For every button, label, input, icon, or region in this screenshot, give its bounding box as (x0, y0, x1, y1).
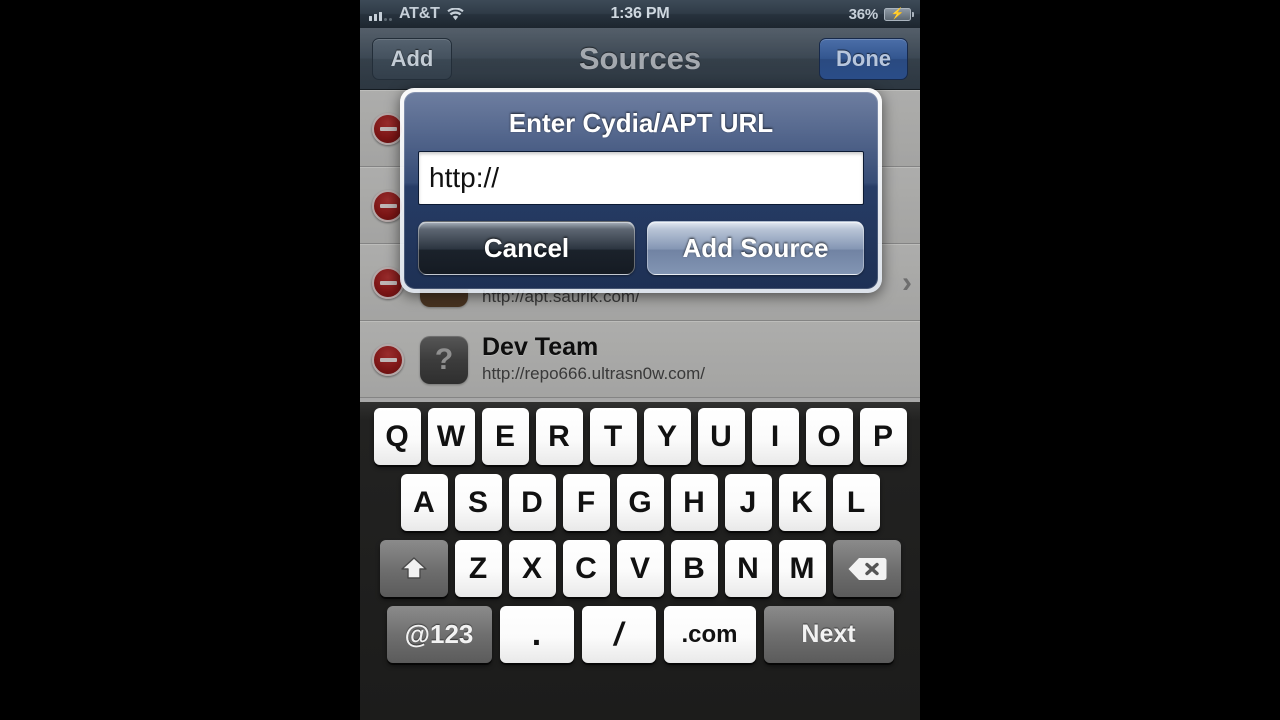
source-text: Dev Team http://repo666.ultrasn0w.com/ (482, 334, 912, 384)
slash-key[interactable]: / (581, 606, 656, 663)
key-r[interactable]: R (535, 408, 583, 465)
key-p[interactable]: P (859, 408, 907, 465)
done-button[interactable]: Done (819, 37, 908, 80)
table-row[interactable]: ? Dev Team http://repo666.ultrasn0w.com/ (360, 321, 920, 398)
key-k[interactable]: K (778, 474, 826, 531)
cancel-button[interactable]: Cancel (418, 221, 635, 275)
key-w[interactable]: W (427, 408, 475, 465)
delete-minus-icon[interactable] (372, 343, 404, 376)
phone-screen: AT&T 1:36 PM 36% ⚡ Add Sources Done http… (360, 0, 920, 720)
key-t[interactable]: T (589, 408, 637, 465)
key-n[interactable]: N (724, 540, 772, 597)
key-s[interactable]: S (454, 474, 502, 531)
status-bar: AT&T 1:36 PM 36% ⚡ (360, 0, 920, 28)
source-name: Dev Team (482, 334, 599, 361)
keyboard-row-1: Q W E R T Y U I O P (363, 408, 917, 465)
key-y[interactable]: Y (643, 408, 691, 465)
key-q[interactable]: Q (373, 408, 421, 465)
key-b[interactable]: B (670, 540, 718, 597)
add-source-dialog: Enter Cydia/APT URL http:// Cancel Add S… (400, 88, 882, 293)
url-input[interactable]: http:// (418, 151, 864, 205)
signal-bars-icon (369, 8, 392, 21)
source-url: http://repo666.ultrasn0w.com/ (482, 363, 706, 383)
key-x[interactable]: X (508, 540, 556, 597)
next-key[interactable]: Next (763, 606, 894, 663)
chevron-right-icon: › (902, 265, 912, 299)
backspace-delete-icon[interactable] (832, 540, 901, 597)
status-bar-clock: 1:36 PM (610, 5, 670, 22)
battery-percent-label: 36% (848, 5, 879, 23)
keyboard-row-2: A S D F G H J K L (363, 474, 917, 531)
unknown-question-icon: ? (420, 335, 468, 384)
key-v[interactable]: V (616, 540, 664, 597)
keyboard-row-4: @123 . / .com Next (363, 606, 917, 663)
key-g[interactable]: G (616, 474, 664, 531)
onscreen-keyboard[interactable]: Q W E R T Y U I O P A S D F G H J K L Z … (360, 402, 920, 720)
wifi-icon (446, 7, 464, 21)
add-source-button[interactable]: Add Source (647, 221, 864, 275)
numbers-symbols-key[interactable]: @123 (386, 606, 492, 663)
key-l[interactable]: L (832, 474, 880, 531)
key-e[interactable]: E (481, 408, 529, 465)
key-h[interactable]: H (670, 474, 718, 531)
key-i[interactable]: I (751, 408, 799, 465)
keyboard-row-3: Z X C V B N M (363, 540, 917, 597)
key-o[interactable]: O (805, 408, 853, 465)
key-a[interactable]: A (400, 474, 448, 531)
key-f[interactable]: F (562, 474, 610, 531)
status-bar-left: AT&T (369, 5, 464, 23)
carrier-label: AT&T (399, 5, 440, 22)
shift-arrow-icon[interactable] (379, 540, 448, 597)
key-d[interactable]: D (508, 474, 556, 531)
battery-charging-icon: ⚡ (884, 7, 914, 21)
dialog-buttons: Cancel Add Source (418, 221, 864, 275)
charging-bolt-glyph: ⚡ (890, 7, 905, 20)
period-key[interactable]: . (499, 606, 574, 663)
key-m[interactable]: M (778, 540, 826, 597)
add-button[interactable]: Add (372, 37, 452, 80)
dialog-title: Enter Cydia/APT URL (508, 108, 774, 138)
key-j[interactable]: J (724, 474, 772, 531)
status-bar-right: 36% ⚡ (848, 5, 914, 23)
key-z[interactable]: Z (454, 540, 502, 597)
navigation-bar: Add Sources Done (360, 28, 920, 90)
dotcom-key[interactable]: .com (663, 606, 756, 663)
dialog-body: Enter Cydia/APT URL http:// Cancel Add S… (404, 92, 878, 289)
key-u[interactable]: U (697, 408, 745, 465)
key-c[interactable]: C (562, 540, 610, 597)
